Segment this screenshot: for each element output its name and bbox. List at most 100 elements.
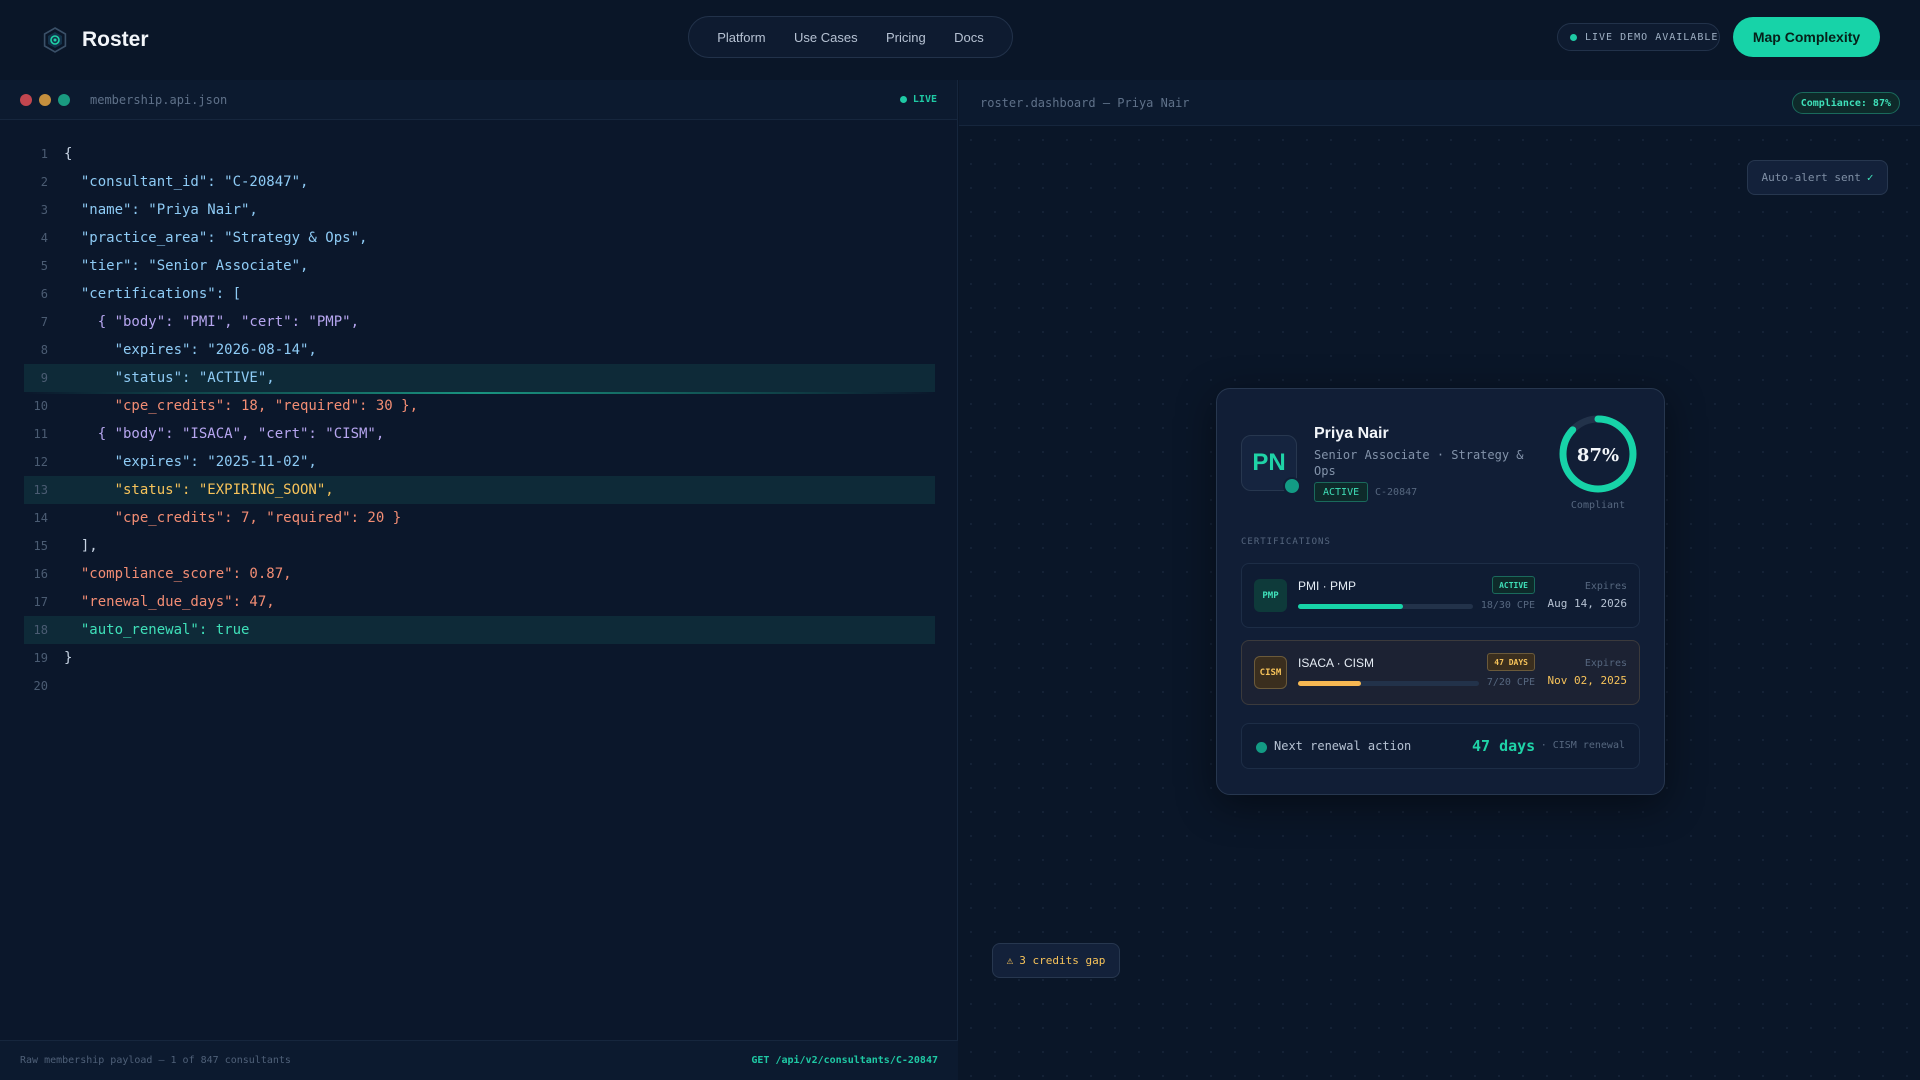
- line-number: 19: [33, 651, 48, 665]
- code-text: "status": "EXPIRING_SOON",: [64, 482, 334, 498]
- certifications-heading: CERTIFICATIONS: [1241, 537, 1331, 547]
- line-number: 13: [33, 483, 48, 497]
- code-live-label: LIVE: [912, 94, 937, 105]
- cert-row-cism[interactable]: CISM ISACA · CISM 47 DAYS 7/20 CPE Expir…: [1241, 640, 1640, 705]
- nav-item-pricing[interactable]: Pricing: [886, 30, 926, 45]
- consultant-card[interactable]: PN Priya Nair Senior Associate · Strateg…: [1216, 388, 1665, 795]
- window-controls: [20, 93, 70, 106]
- cpe-progress-bar: [1298, 604, 1473, 609]
- top-nav-bar: Roster Platform Use Cases Pricing Docs L…: [0, 0, 1920, 80]
- code-line: 13 "status": "EXPIRING_SOON",: [24, 476, 935, 504]
- cert-row-pmp[interactable]: PMP PMI · PMP ACTIVE 18/30 CPE Expires A…: [1241, 563, 1640, 628]
- status-badge: ACTIVE: [1314, 482, 1369, 502]
- credits-gap-text: 3 credits gap: [1019, 954, 1106, 967]
- line-number: 1: [40, 147, 48, 161]
- code-line: 16 "compliance_score": 0.87,: [24, 560, 935, 588]
- code-line: 11 { "body": "ISACA", "cert": "CISM",: [24, 420, 935, 448]
- code-text: "status": "ACTIVE",: [64, 370, 275, 386]
- auto-alert-toast[interactable]: Auto-alert sent ✓: [1747, 160, 1888, 195]
- line-number: 5: [40, 259, 48, 273]
- line-number: 10: [33, 399, 48, 413]
- code-text: ],: [64, 538, 98, 554]
- code-line: 10 "cpe_credits": 18, "required": 30 },: [24, 392, 935, 420]
- check-icon: ✓: [1866, 171, 1874, 184]
- code-panel-header: membership.api.json LIVE: [0, 80, 957, 120]
- code-text: "consultant_id": "C-20847",: [64, 174, 309, 190]
- code-line: 20: [24, 672, 935, 700]
- line-number: 9: [40, 371, 48, 385]
- maximize-dot-icon[interactable]: [58, 93, 70, 106]
- code-text: {: [64, 146, 73, 162]
- code-text: "renewal_due_days": 47,: [64, 594, 275, 610]
- cert-name: PMI · PMP: [1298, 579, 1357, 593]
- code-line: 12 "expires": "2025-11-02",: [24, 448, 935, 476]
- compliance-pill: Compliance: 87%: [1791, 92, 1900, 114]
- line-number: 20: [33, 679, 48, 693]
- cpe-count: 18/30 CPE: [1480, 600, 1535, 611]
- brand-name: Roster: [82, 28, 149, 51]
- line-number: 3: [40, 203, 48, 217]
- credits-gap-chip[interactable]: ⚠ 3 credits gap: [992, 943, 1120, 978]
- line-number: 17: [33, 595, 48, 609]
- consultant-id: C-20847: [1375, 487, 1418, 498]
- map-complexity-button[interactable]: Map Complexity: [1733, 17, 1880, 57]
- line-number: 7: [40, 315, 48, 329]
- next-renewal-action[interactable]: Next renewal action 47 days · CISM renew…: [1241, 723, 1640, 769]
- close-dot-icon[interactable]: [20, 93, 32, 106]
- expires-label: Expires: [1584, 581, 1627, 592]
- next-action-days: 47 days: [1472, 737, 1536, 755]
- api-endpoint[interactable]: GET /api/v2/consultants/C-20847: [751, 1055, 938, 1066]
- cert-name: ISACA · CISM: [1298, 656, 1375, 670]
- brand[interactable]: Roster: [42, 22, 149, 58]
- code-line: 15 ],: [24, 532, 935, 560]
- warning-icon: ⚠: [1006, 954, 1014, 967]
- line-number: 14: [33, 511, 48, 525]
- code-text: "cpe_credits": 7, "required": 20 }: [64, 510, 402, 526]
- code-panel-footer: Raw membership payload — 1 of 847 consul…: [0, 1040, 958, 1080]
- line-number: 2: [40, 175, 48, 189]
- code-text: }: [64, 650, 73, 666]
- cert-status-badge: 47 DAYS: [1487, 653, 1535, 671]
- code-live-indicator: LIVE: [899, 94, 937, 105]
- minimize-dot-icon[interactable]: [39, 93, 51, 106]
- consultant-role: Senior Associate · Strategy & Ops: [1314, 448, 1524, 478]
- line-number: 6: [40, 287, 48, 301]
- code-line: 3 "name": "Priya Nair",: [24, 196, 935, 224]
- code-line: 5 "tier": "Senior Associate",: [24, 252, 935, 280]
- cert-badge-cism: CISM: [1254, 656, 1287, 689]
- code-line: 8 "expires": "2026-08-14",: [24, 336, 935, 364]
- code-line: 14 "cpe_credits": 7, "required": 20 }: [24, 504, 935, 532]
- dashboard-header: roster.dashboard — Priya Nair Compliance…: [959, 80, 1920, 126]
- code-editor[interactable]: 1 {2 "consultant_id": "C-20847", 3 "name":…: [24, 140, 935, 700]
- nav-item-docs[interactable]: Docs: [954, 30, 984, 45]
- line-number: 11: [33, 427, 48, 441]
- nav-item-use-cases[interactable]: Use Cases: [794, 30, 858, 45]
- live-demo-badge[interactable]: LIVE DEMO AVAILABLE: [1557, 23, 1720, 51]
- cert-badge-pmp: PMP: [1254, 579, 1287, 612]
- code-text: "certifications": [: [64, 286, 242, 302]
- nav-item-platform[interactable]: Platform: [717, 30, 765, 45]
- line-number: 15: [33, 539, 48, 553]
- consultant-name: Priya Nair: [1314, 425, 1389, 442]
- code-text: "compliance_score": 0.87,: [64, 566, 292, 582]
- renewal-dot-icon: [1256, 742, 1267, 753]
- cpe-progress-fill: [1298, 681, 1362, 686]
- code-panel: membership.api.json LIVE 1 {2 "consultant…: [0, 80, 958, 1080]
- roster-logo-icon: [43, 27, 67, 53]
- expires-date: Nov 02, 2025: [1547, 674, 1627, 687]
- alert-toast-text: Auto-alert sent: [1761, 171, 1861, 184]
- live-status-dot: [1570, 33, 1577, 41]
- online-status-icon: [1283, 477, 1301, 495]
- line-number: 12: [33, 455, 48, 469]
- code-filename: membership.api.json: [90, 92, 228, 107]
- cpe-progress-bar: [1298, 681, 1479, 686]
- line-number: 16: [33, 567, 48, 581]
- dashboard-title: roster.dashboard — Priya Nair: [980, 95, 1190, 110]
- code-line: 6 "certifications": [: [24, 280, 935, 308]
- expires-label: Expires: [1584, 658, 1627, 669]
- cpe-count: 7/20 CPE: [1486, 677, 1535, 688]
- next-action-label: Next renewal action: [1274, 739, 1412, 753]
- code-line: 17 "renewal_due_days": 47,: [24, 588, 935, 616]
- live-dot-icon: [899, 96, 907, 103]
- code-text: { "body": "PMI", "cert": "PMP",: [64, 314, 360, 330]
